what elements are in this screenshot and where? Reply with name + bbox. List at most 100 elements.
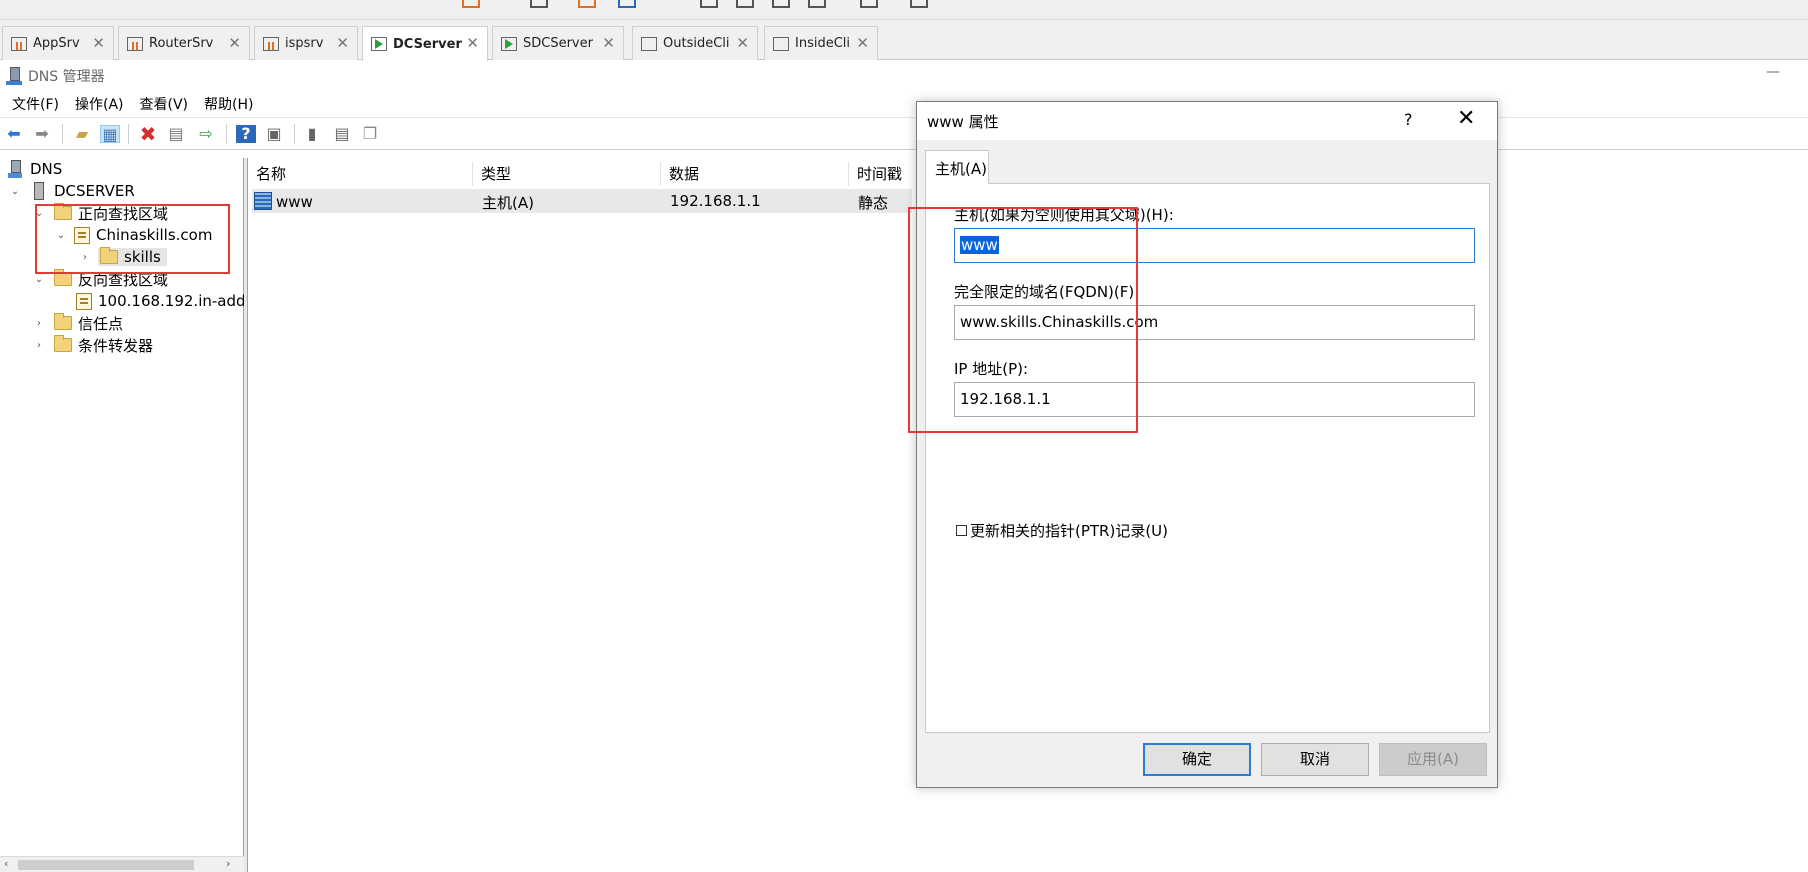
server-icon	[34, 182, 44, 200]
chevron-down-icon[interactable]: ⌄	[32, 208, 46, 219]
vm-icon	[263, 36, 279, 51]
close-icon[interactable]: ✕	[336, 34, 349, 52]
chevron-right-icon[interactable]: ›	[78, 252, 92, 263]
tab-appsrv[interactable]: AppSrv ✕	[2, 26, 114, 60]
server-icon[interactable]: ▮	[302, 125, 322, 143]
tree-node-dns[interactable]: DNS	[8, 158, 62, 180]
action-pane-icon[interactable]: ▣	[264, 125, 284, 143]
chevron-down-icon[interactable]: ⌄	[32, 274, 46, 285]
selected-node: skills	[98, 247, 167, 266]
fqdn-field[interactable]: www.skills.Chinaskills.com	[954, 305, 1475, 340]
save-state-icon[interactable]	[530, 0, 548, 8]
tree-label: DCSERVER	[54, 182, 135, 200]
scrollbar-thumb[interactable]	[18, 860, 194, 870]
tree-node-reverse-zones[interactable]: ⌄ 反向查找区域	[32, 268, 168, 290]
window-icon[interactable]	[700, 0, 718, 8]
menu-file[interactable]: 文件(F)	[4, 94, 67, 114]
tree-label: DNS	[30, 160, 63, 178]
close-icon[interactable]: ✕	[228, 34, 241, 52]
tree-node-zone[interactable]: ⌄ Chinaskills.com	[54, 224, 213, 246]
enhanced-session-icon[interactable]	[860, 0, 878, 8]
tree-node-reverse-zone[interactable]: 100.168.192.in-addr	[76, 290, 252, 312]
tree-node-forward-zones[interactable]: ⌄ 正向查找区域	[32, 202, 168, 224]
apply-button[interactable]: 应用(A)	[1379, 743, 1487, 776]
tab-outsidecli[interactable]: OutsideCli ✕	[632, 26, 758, 60]
show-hide-tree-icon[interactable]: ▦	[100, 125, 120, 144]
tree-label: skills	[124, 248, 161, 266]
revert-icon[interactable]	[578, 0, 596, 8]
tree-label: 100.168.192.in-addr	[98, 292, 252, 310]
chevron-down-icon[interactable]: ⌄	[8, 186, 22, 197]
window-icon[interactable]	[772, 0, 790, 8]
close-icon[interactable]: ✕	[92, 34, 105, 52]
ok-button[interactable]: 确定	[1143, 743, 1251, 776]
record-type: 主机(A)	[482, 194, 534, 212]
menu-view[interactable]: 查看(V)	[132, 94, 197, 114]
tab-sdcserver[interactable]: SDCServer ✕	[492, 26, 624, 60]
up-folder-icon[interactable]: ▰	[72, 125, 92, 143]
close-button[interactable]: ✕	[1457, 106, 1475, 131]
vm-icon	[127, 36, 143, 51]
column-header-name[interactable]: 名称	[248, 162, 473, 186]
chevron-right-icon[interactable]: ›	[32, 318, 46, 329]
help-button[interactable]: ?	[1404, 110, 1413, 129]
tree-node-trust-points[interactable]: › 信任点	[32, 312, 123, 334]
folder-icon	[54, 269, 72, 286]
checkpoint-icon[interactable]	[618, 0, 636, 8]
window-icon[interactable]	[736, 0, 754, 8]
copy-icon[interactable]: ❐	[360, 125, 380, 143]
share-icon[interactable]	[910, 0, 928, 8]
menu-action[interactable]: 操作(A)	[67, 94, 132, 114]
chevron-down-icon[interactable]: ⌄	[54, 230, 68, 241]
column-header-data[interactable]: 数据	[661, 162, 849, 186]
tab-host-a[interactable]: 主机(A)	[925, 150, 989, 184]
list-icon[interactable]: ▤	[332, 125, 352, 143]
scroll-left-icon[interactable]: ‹	[4, 857, 8, 870]
tab-ispsrv[interactable]: ispsrv ✕	[254, 26, 358, 60]
tree-node-conditional-forwarders[interactable]: › 条件转发器	[32, 334, 153, 356]
table-row[interactable]: www 主机(A) 192.168.1.1 静态	[252, 189, 912, 213]
tree-label: 正向查找区域	[78, 204, 169, 223]
close-icon[interactable]: ✕	[466, 34, 479, 52]
scroll-right-icon[interactable]: ›	[226, 857, 230, 870]
window-icon[interactable]	[808, 0, 826, 8]
tab-label: AppSrv	[33, 36, 80, 51]
horizontal-scrollbar[interactable]: ‹ ›	[0, 856, 244, 872]
forward-arrow-icon[interactable]: ➡	[32, 125, 52, 143]
tab-panel: 主机(如果为空则使用其父域)(H): www 完全限定的域名(FQDN)(F):…	[925, 183, 1490, 733]
zone-icon	[76, 292, 92, 310]
tree-node-server[interactable]: ⌄ DCSERVER	[8, 180, 135, 202]
fqdn-label: 完全限定的域名(FQDN)(F):	[954, 283, 1140, 301]
menu-help[interactable]: 帮助(H)	[196, 94, 261, 114]
menu-bar: 文件(F) 操作(A) 查看(V) 帮助(H)	[0, 90, 1808, 118]
pause-icon[interactable]	[462, 0, 480, 8]
host-label: 主机(如果为空则使用其父域)(H):	[954, 206, 1174, 224]
tab-insidecli[interactable]: InsideCli ✕	[764, 26, 878, 60]
column-header-type[interactable]: 类型	[473, 162, 661, 186]
delete-icon[interactable]: ✖	[138, 124, 158, 144]
ip-address-input[interactable]: 192.168.1.1	[954, 382, 1475, 417]
checkbox-icon[interactable]	[956, 525, 967, 536]
chevron-right-icon[interactable]: ›	[32, 340, 46, 351]
vm-icon	[641, 36, 657, 51]
tree-label: 反向查找区域	[78, 270, 169, 289]
host-input[interactable]: www	[954, 228, 1475, 263]
export-list-icon[interactable]: ⇨	[196, 125, 216, 143]
properties-icon[interactable]: ▤	[166, 125, 186, 143]
ptr-label: 更新相关的指针(PTR)记录(U)	[970, 522, 1169, 540]
tab-dcserver[interactable]: DCServer ✕	[362, 26, 488, 61]
close-icon[interactable]: ✕	[856, 34, 869, 52]
toolbar-separator	[294, 124, 295, 144]
close-icon[interactable]: ✕	[736, 34, 749, 52]
ptr-checkbox[interactable]: 更新相关的指针(PTR)记录(U)	[956, 520, 1168, 541]
back-arrow-icon[interactable]: ⬅	[4, 125, 24, 143]
tree-node-subdomain[interactable]: › skills	[78, 246, 167, 268]
toolbar-separator	[62, 124, 63, 144]
tab-routersrv[interactable]: RouterSrv ✕	[118, 26, 250, 60]
minimize-button[interactable]: —	[1766, 64, 1780, 80]
record-timestamp: 静态	[858, 194, 889, 212]
cancel-button[interactable]: 取消	[1261, 743, 1369, 776]
help-icon[interactable]: ?	[236, 125, 256, 143]
ip-value: 192.168.1.1	[960, 390, 1051, 408]
close-icon[interactable]: ✕	[602, 34, 615, 52]
